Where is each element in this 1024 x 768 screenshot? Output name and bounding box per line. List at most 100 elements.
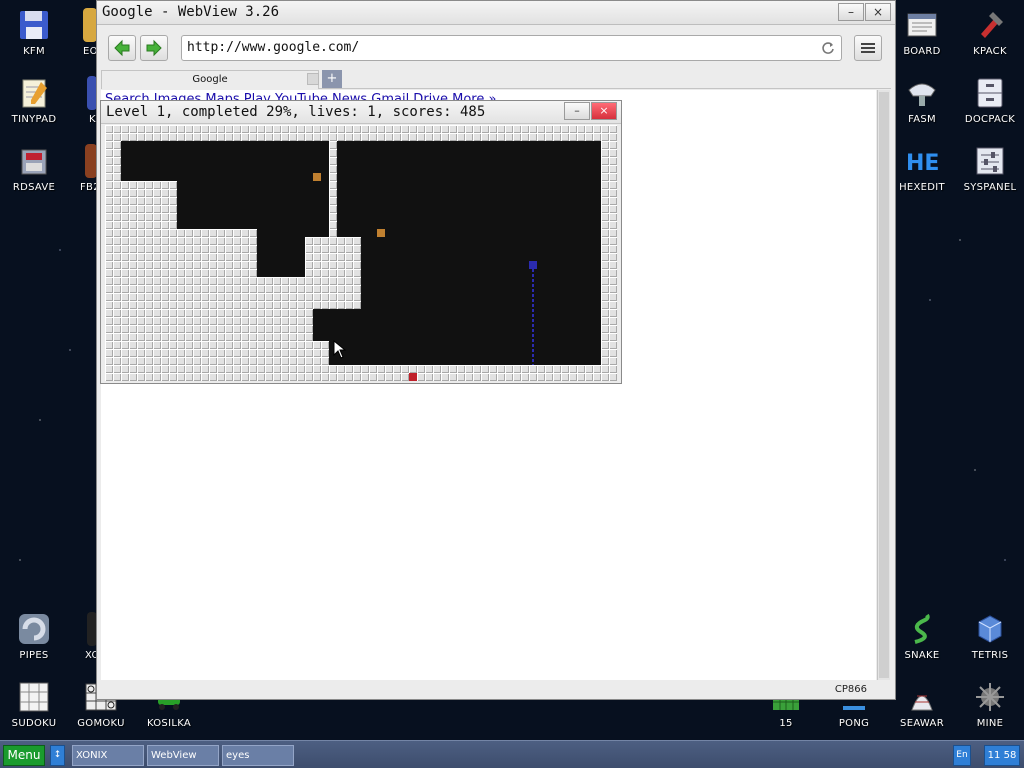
new-tab-button[interactable]: + <box>322 70 342 88</box>
pipes-game-icon <box>19 614 49 644</box>
taskbar-item-eyes[interactable]: eyes <box>222 745 294 766</box>
floppy-disk-icon <box>20 11 48 39</box>
partial-icon <box>83 8 97 42</box>
minimize-button[interactable]: – <box>838 3 864 21</box>
game-titlebar[interactable]: Level 1, completed 29%, lives: 1, scores… <box>101 101 621 124</box>
url-text: http://www.google.com/ <box>187 40 360 55</box>
vertical-scrollbar[interactable] <box>877 90 890 680</box>
fasm-icon <box>908 83 936 106</box>
scrollbar-thumb[interactable] <box>879 92 889 678</box>
desktop-icon-board[interactable]: BOARD <box>888 2 956 66</box>
game-status-title: Level 1, completed 29%, lives: 1, scores… <box>106 104 486 120</box>
tab-strip: Google + <box>101 69 891 89</box>
desktop-icon-label: KPACK <box>973 46 1007 57</box>
desktop-icon-partial[interactable]: K <box>67 70 97 134</box>
desktop-icon-docpack[interactable]: DOCPACK <box>956 70 1024 134</box>
notepad-icon <box>22 79 47 108</box>
reload-icon[interactable] <box>821 41 835 55</box>
desktop-icon-kpack[interactable]: KPACK <box>956 2 1024 66</box>
arrow-left-icon <box>114 39 130 57</box>
desktop-icon-label: BOARD <box>903 46 941 57</box>
svg-text:HE: HE <box>906 151 939 176</box>
tetris-icon <box>978 615 1002 643</box>
encoding-indicator[interactable]: CP866 <box>835 684 867 695</box>
desktop-icon-hexedit[interactable]: HE HEXEDIT <box>888 138 956 202</box>
desktop-icon-sudoku[interactable]: SUDOKU <box>0 674 68 738</box>
docpack-icon <box>977 78 1003 108</box>
taskbar-item-webview[interactable]: WebView <box>147 745 219 766</box>
desktop-icon-label: DOCPACK <box>964 114 1016 125</box>
desktop-icon-snake[interactable]: SNAKE <box>888 606 956 670</box>
desktop-icon-tetris[interactable]: TETRIS <box>956 606 1024 670</box>
desktop-icon-fasm[interactable]: FASM <box>888 70 956 134</box>
desktop-icon-label: PIPES <box>19 650 49 661</box>
sudoku-icon <box>19 682 49 712</box>
xonix-window[interactable]: Level 1, completed 29%, lives: 1, scores… <box>100 100 622 384</box>
back-button[interactable] <box>108 35 136 61</box>
desktop-icon-label: PONG <box>838 718 870 729</box>
clock[interactable]: 11 58 <box>984 745 1020 766</box>
enemy-ball <box>313 173 321 181</box>
desktop-icon-label: RDSAVE <box>12 182 56 193</box>
desktop-icon-seawar[interactable]: SEAWAR <box>888 674 956 738</box>
forward-button[interactable] <box>140 35 168 61</box>
desktop-icon-label: TETRIS <box>971 650 1009 661</box>
desktop-icon-mine[interactable]: MINE <box>956 674 1024 738</box>
seawar-icon <box>911 695 933 711</box>
window-title: Google - WebView 3.26 <box>102 4 280 20</box>
tab-google[interactable]: Google <box>101 70 319 89</box>
start-menu-button[interactable]: Menu <box>3 745 45 766</box>
close-button[interactable]: × <box>865 3 891 21</box>
game-field[interactable] <box>105 125 617 381</box>
tab-close-button[interactable] <box>307 73 319 85</box>
snake-icon <box>914 613 930 644</box>
desktop-icon-label: SUDOKU <box>11 718 57 729</box>
arrow-right-icon <box>146 39 162 57</box>
desktop-icon-label: XO <box>85 650 97 661</box>
desktop-icon-label: HEXEDIT <box>899 182 945 193</box>
desktop-icon-label: GOMOKU <box>77 718 125 729</box>
desktop-icon-partial[interactable]: FB2 <box>67 138 97 202</box>
ground-enemy <box>409 373 417 381</box>
hamburger-menu-button[interactable] <box>854 35 882 61</box>
taskbar-item-xonix[interactable]: XONIX <box>72 745 144 766</box>
status-bar: CP866 <box>101 682 891 698</box>
ramdisk-save-icon <box>21 149 47 175</box>
player-marker <box>529 261 537 269</box>
desktop-icon-label: KOSILKA <box>146 718 192 729</box>
desktop-icon-tinypad[interactable]: TINYPAD <box>0 70 68 134</box>
hamburger-icon <box>861 43 875 53</box>
open-area-right <box>313 141 601 365</box>
desktop-icon-kfm[interactable]: KFM <box>0 2 68 66</box>
game-close-button[interactable]: × <box>591 102 617 120</box>
desktop-icon-label: SYSPANEL <box>963 182 1017 193</box>
desktop-icon-partial[interactable]: XO <box>67 606 97 670</box>
syspanel-icon <box>976 147 1004 175</box>
mouse-cursor-icon <box>333 340 347 359</box>
mine-icon <box>976 683 1004 711</box>
tab-label: Google <box>192 74 228 85</box>
desktop-icon-label: MINE <box>976 718 1004 729</box>
playfield-svg <box>121 141 601 381</box>
board-icon <box>907 13 937 37</box>
keyboard-layout-indicator[interactable]: En <box>953 745 971 766</box>
kpack-icon <box>981 12 1003 38</box>
desktop-icon-label: FB2 <box>80 182 97 193</box>
taskbar: Menu ↕ XONIX WebView eyes En 11 58 <box>0 740 1024 768</box>
desktop-icon-label: EO <box>83 46 97 57</box>
desktop-icon-partial[interactable]: EO <box>67 2 97 66</box>
open-area-left <box>121 141 329 277</box>
switch-windows-button[interactable]: ↕ <box>50 745 65 766</box>
desktop-icon-pipes[interactable]: PIPES <box>0 606 68 670</box>
window-titlebar[interactable]: Google - WebView 3.26 – × <box>97 1 895 25</box>
desktop-icon-label: TINYPAD <box>11 114 57 125</box>
desktop-icon-label: 15 <box>779 718 793 729</box>
address-bar[interactable]: http://www.google.com/ <box>181 35 842 61</box>
desktop-icon-label: KFM <box>23 46 45 57</box>
desktop-icon-label: FASM <box>908 114 936 125</box>
game-minimize-button[interactable]: – <box>564 102 590 120</box>
desktop-icon-syspanel[interactable]: SYSPANEL <box>956 138 1024 202</box>
desktop-icon-rdsave[interactable]: RDSAVE <box>0 138 68 202</box>
desktop-icon-label: SNAKE <box>904 650 940 661</box>
hexedit-icon: HE <box>906 151 939 176</box>
